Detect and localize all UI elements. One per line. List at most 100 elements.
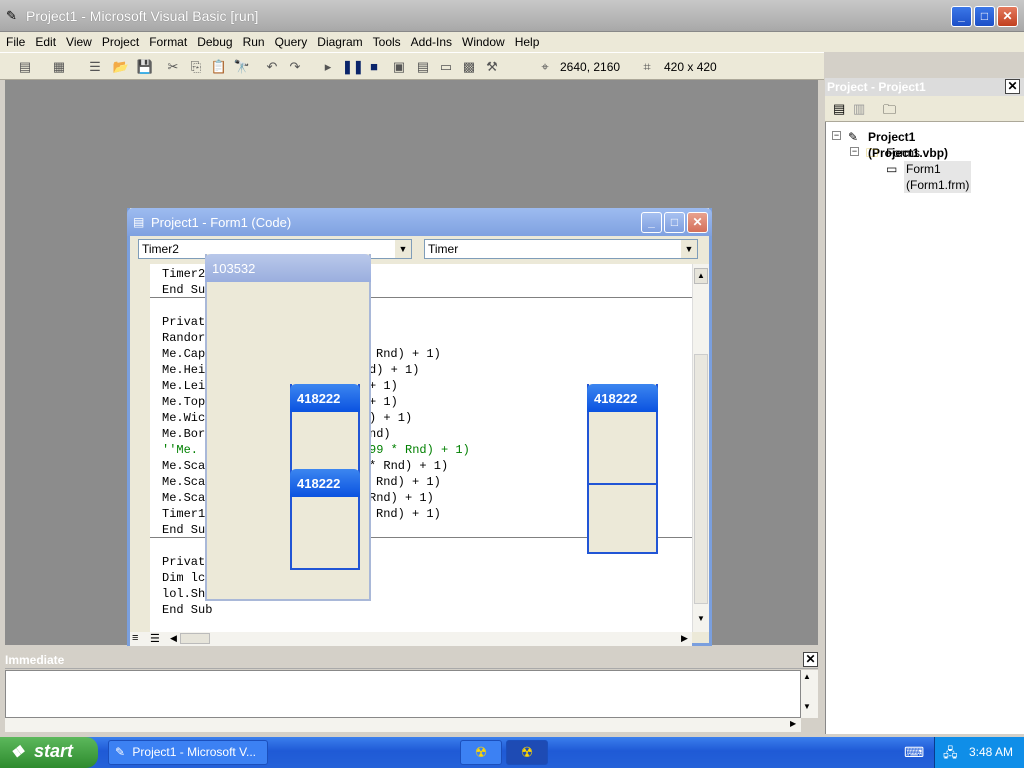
code-fragment: Rnd) + 1): [376, 475, 441, 489]
folder-icon: 🗀: [866, 146, 879, 160]
cut-icon[interactable]: ✂: [164, 58, 182, 76]
menu-run[interactable]: Run: [239, 32, 269, 52]
menu-edit[interactable]: Edit: [31, 32, 60, 52]
full-module-view-icon[interactable]: ☰: [150, 632, 160, 645]
scroll-thumb[interactable]: [180, 633, 210, 644]
taskbar-item-app2[interactable]: ☢: [506, 740, 548, 765]
chevron-down-icon[interactable]: ▼: [395, 240, 411, 258]
immediate-input[interactable]: [5, 670, 801, 718]
start-button[interactable]: ❖ start: [0, 737, 98, 768]
form-divider: [589, 483, 656, 485]
code-fragment: d) + 1): [369, 363, 420, 377]
code-line: Privat: [162, 555, 206, 569]
code-close-button[interactable]: ✕: [687, 212, 708, 233]
project-explorer-header: Project - Project1 ✕: [825, 78, 1024, 96]
scroll-up-icon[interactable]: ▲: [694, 268, 708, 284]
object-browser-icon[interactable]: ▩: [460, 58, 478, 76]
menu-file[interactable]: File: [2, 32, 29, 52]
menu-window[interactable]: Window: [458, 32, 509, 52]
network-icon[interactable]: 🖧: [943, 744, 958, 766]
runtime-form-c-title[interactable]: 418222: [290, 469, 360, 497]
radiation-icon: ☢: [520, 744, 534, 760]
menu-tools[interactable]: Tools: [369, 32, 405, 52]
scroll-down-icon[interactable]: ▼: [803, 702, 811, 711]
form-layout-icon[interactable]: ▭: [437, 58, 455, 76]
taskbar-item-vb[interactable]: ✎ Project1 - Microsoft V...: [108, 740, 268, 765]
immediate-scrollbar[interactable]: ▲ ▼: [801, 670, 818, 718]
main-title-bar: ✎ Project1 - Microsoft Visual Basic [run…: [0, 0, 1024, 32]
code-line: Me.Sca: [162, 491, 206, 505]
find-icon[interactable]: 🔭: [233, 58, 251, 76]
menu-view[interactable]: View: [62, 32, 96, 52]
code-line: Timer2: [162, 267, 206, 281]
menu-debug[interactable]: Debug: [193, 32, 236, 52]
code-window-title: Project1 - Form1 (Code): [151, 215, 292, 230]
immediate-hscrollbar[interactable]: ▶: [5, 718, 801, 732]
immediate-close-icon[interactable]: ✕: [803, 652, 818, 667]
view-code-icon[interactable]: ▤: [833, 101, 845, 117]
menu-project[interactable]: Project: [98, 32, 143, 52]
end-icon[interactable]: ■: [365, 58, 383, 76]
forms-folder[interactable]: Forms: [886, 145, 920, 161]
menu-query[interactable]: Query: [271, 32, 312, 52]
scroll-up-icon[interactable]: ▲: [803, 672, 811, 681]
project-explorer-icon[interactable]: ▣: [390, 58, 408, 76]
close-button[interactable]: ✕: [997, 6, 1018, 27]
add-form-icon[interactable]: ▦: [50, 58, 68, 76]
code-line: Me.Sca: [162, 475, 206, 489]
scroll-left-icon[interactable]: ◀: [170, 633, 177, 644]
immediate-header: Immediate ✕: [5, 652, 818, 669]
code-vertical-scrollbar[interactable]: ▲ ▼: [692, 264, 709, 632]
form1-item[interactable]: Form1 (Form1.frm): [904, 161, 972, 193]
minimize-button[interactable]: _: [951, 6, 972, 27]
code-horizontal-scrollbar[interactable]: ≡ ☰ ◀ ▶: [130, 632, 692, 646]
paste-icon[interactable]: 📋: [210, 58, 228, 76]
runtime-form-b-title[interactable]: 418222: [290, 384, 360, 412]
properties-window-icon[interactable]: ▤: [414, 58, 432, 76]
maximize-button[interactable]: □: [974, 6, 995, 27]
code-maximize-button[interactable]: □: [664, 212, 685, 233]
runtime-form-d-title[interactable]: 418222: [587, 384, 658, 412]
menu-diagram[interactable]: Diagram: [313, 32, 366, 52]
chevron-down-icon[interactable]: ▼: [681, 240, 697, 258]
menu-help[interactable]: Help: [511, 32, 544, 52]
save-project-icon[interactable]: 💾: [136, 58, 154, 76]
project-toolbar: ▤ ▥ 🗀: [825, 96, 1024, 122]
runtime-form-d-caption: 418222: [594, 391, 638, 406]
code-line: Me.Bor: [162, 427, 206, 441]
break-icon[interactable]: ❚❚: [342, 58, 364, 76]
form-icon: ▭: [886, 162, 898, 176]
clock[interactable]: 3:48 AM: [969, 745, 1013, 759]
taskbar-item-app1[interactable]: ☢: [460, 740, 502, 765]
code-minimize-button[interactable]: _: [641, 212, 662, 233]
copy-icon[interactable]: ⎘: [187, 58, 205, 76]
toolbox-icon[interactable]: ⚒: [483, 58, 501, 76]
code-line: Dim lc: [162, 571, 206, 585]
scroll-right-icon[interactable]: ▶: [681, 633, 688, 644]
scroll-right-icon[interactable]: ▶: [790, 719, 796, 728]
code-fragment: Rnd) + 1): [369, 491, 434, 505]
procedure-combo[interactable]: Timer ▼: [424, 239, 698, 259]
project-close-icon[interactable]: ✕: [1005, 79, 1020, 94]
open-project-icon[interactable]: 📂: [112, 58, 130, 76]
code-fragment: Rnd) + 1): [376, 347, 441, 361]
project-explorer-title: Project - Project1: [827, 80, 926, 94]
menu-editor-icon[interactable]: ☰: [86, 58, 104, 76]
view-object-icon[interactable]: ▥: [853, 101, 865, 117]
runtime-form-a-title[interactable]: 103532: [205, 254, 371, 282]
menu-add-ins[interactable]: Add-Ins: [407, 32, 456, 52]
redo-icon[interactable]: ↷: [286, 58, 304, 76]
collapse-icon[interactable]: −: [832, 131, 841, 140]
scroll-thumb[interactable]: [694, 354, 708, 604]
toggle-folders-icon[interactable]: 🗀: [883, 101, 896, 123]
add-project-icon[interactable]: ▤: [16, 58, 34, 76]
scroll-down-icon[interactable]: ▼: [694, 612, 708, 628]
code-line: Me.Sca: [162, 459, 206, 473]
procedure-view-icon[interactable]: ≡: [132, 632, 138, 644]
keyboard-icon[interactable]: ⌨: [904, 744, 924, 761]
menu-format[interactable]: Format: [145, 32, 191, 52]
collapse-icon[interactable]: −: [850, 147, 859, 156]
start-icon[interactable]: ▸: [319, 58, 337, 76]
undo-icon[interactable]: ↶: [263, 58, 281, 76]
size-icon: ⌗: [643, 59, 651, 74]
